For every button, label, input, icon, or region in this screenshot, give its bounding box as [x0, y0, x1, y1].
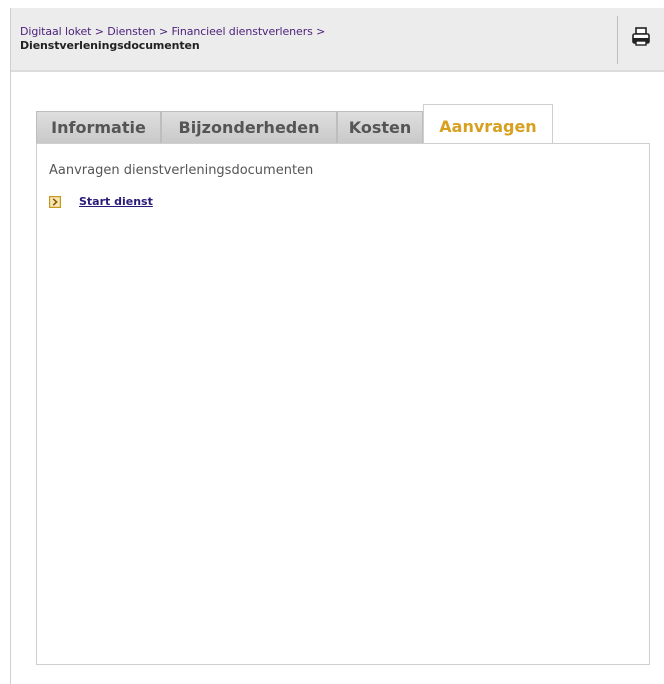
breadcrumb-separator: >: [94, 25, 108, 38]
tab-informatie[interactable]: Informatie: [36, 111, 161, 143]
breadcrumb: Digitaal loket > Diensten > Financieel d…: [20, 25, 610, 53]
start-service-link[interactable]: Start dienst: [79, 195, 153, 208]
breadcrumb-separator: >: [158, 25, 172, 38]
arrow-right-box-icon[interactable]: [49, 196, 61, 208]
breadcrumb-item-financieel-dienstverleners[interactable]: Financieel dienstverleners: [171, 25, 312, 38]
toolbar-divider: [617, 16, 618, 64]
breadcrumb-current: Dienstverleningsdocumenten: [20, 39, 200, 52]
tab-bar: Informatie Bijzonderheden Kosten Aanvrag…: [36, 104, 556, 145]
breadcrumb-item-diensten[interactable]: Diensten: [107, 25, 155, 38]
tab-bijzonderheden[interactable]: Bijzonderheden: [161, 111, 337, 143]
breadcrumb-separator: >: [316, 25, 326, 38]
header-bar: Digitaal loket > Diensten > Financieel d…: [11, 8, 664, 72]
tab-kosten[interactable]: Kosten: [337, 111, 423, 143]
breadcrumb-item-digitaal-loket[interactable]: Digitaal loket: [20, 25, 91, 38]
tab-content-panel: Aanvragen dienstverleningsdocumenten Sta…: [36, 143, 650, 665]
print-button[interactable]: [630, 26, 652, 48]
tab-aanvragen[interactable]: Aanvragen: [423, 104, 553, 145]
panel-title: Aanvragen dienstverleningsdocumenten: [49, 163, 314, 178]
printer-icon: [632, 27, 650, 46]
